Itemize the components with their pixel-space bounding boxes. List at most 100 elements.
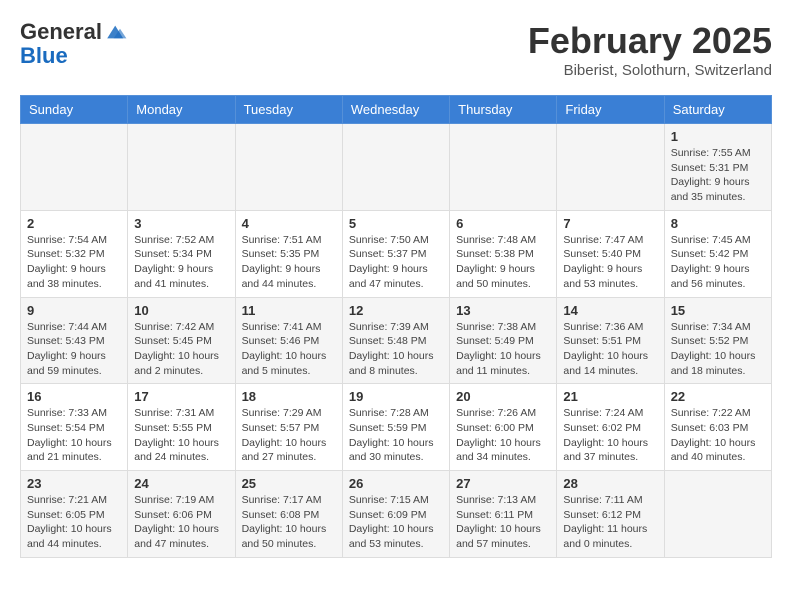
day-number: 2 <box>27 216 121 231</box>
calendar-cell-w3d6: 22 Sunrise: 7:22 AM Sunset: 6:03 PM Dayli… <box>664 384 771 471</box>
day-info: Sunrise: 7:41 AM Sunset: 5:46 PM Dayligh… <box>242 320 336 379</box>
day-number: 22 <box>671 389 765 404</box>
calendar-cell-w4d5: 28 Sunrise: 7:11 AM Sunset: 6:12 PM Dayli… <box>557 471 664 558</box>
day-number: 5 <box>349 216 443 231</box>
day-number: 27 <box>456 476 550 491</box>
day-info: Sunrise: 7:36 AM Sunset: 5:51 PM Dayligh… <box>563 320 657 379</box>
weekday-header-sunday: Sunday <box>21 96 128 124</box>
calendar-cell-w4d0: 23Sunrise: 7:21 AM Sunset: 6:05 PM Dayli… <box>21 471 128 558</box>
day-info: Sunrise: 7:38 AM Sunset: 5:49 PM Dayligh… <box>456 320 550 379</box>
day-number: 3 <box>134 216 228 231</box>
calendar-cell-w2d2: 11 Sunrise: 7:41 AM Sunset: 5:46 PM Dayli… <box>235 297 342 384</box>
day-info: Sunrise: 7:31 AM Sunset: 5:55 PM Dayligh… <box>134 406 228 465</box>
calendar-cell-w1d6: 8 Sunrise: 7:45 AM Sunset: 5:42 PM Daylig… <box>664 210 771 297</box>
day-number: 4 <box>242 216 336 231</box>
weekday-header-saturday: Saturday <box>664 96 771 124</box>
day-info: Sunrise: 7:51 AM Sunset: 5:35 PM Dayligh… <box>242 233 336 292</box>
day-info: Sunrise: 7:39 AM Sunset: 5:48 PM Dayligh… <box>349 320 443 379</box>
calendar-cell-w0d2 <box>235 124 342 211</box>
calendar-cell-w1d2: 4 Sunrise: 7:51 AM Sunset: 5:35 PM Daylig… <box>235 210 342 297</box>
day-number: 7 <box>563 216 657 231</box>
month-title: February 2025 <box>528 20 772 62</box>
day-number: 11 <box>242 303 336 318</box>
day-info: Sunrise: 7:54 AM Sunset: 5:32 PM Dayligh… <box>27 233 121 292</box>
day-number: 12 <box>349 303 443 318</box>
logo: General Blue <box>20 20 128 68</box>
day-info: Sunrise: 7:33 AM Sunset: 5:54 PM Dayligh… <box>27 406 121 465</box>
calendar-cell-w3d1: 17 Sunrise: 7:31 AM Sunset: 5:55 PM Dayli… <box>128 384 235 471</box>
weekday-header-thursday: Thursday <box>450 96 557 124</box>
day-info: Sunrise: 7:11 AM Sunset: 6:12 PM Dayligh… <box>563 493 657 552</box>
day-number: 28 <box>563 476 657 491</box>
day-info: Sunrise: 7:42 AM Sunset: 5:45 PM Dayligh… <box>134 320 228 379</box>
calendar-cell-w2d6: 15 Sunrise: 7:34 AM Sunset: 5:52 PM Dayli… <box>664 297 771 384</box>
calendar-cell-w1d0: 2 Sunrise: 7:54 AM Sunset: 5:32 PM Daylig… <box>21 210 128 297</box>
calendar-cell-w3d3: 19 Sunrise: 7:28 AM Sunset: 5:59 PM Dayli… <box>342 384 449 471</box>
calendar-cell-w2d5: 14 Sunrise: 7:36 AM Sunset: 5:51 PM Dayli… <box>557 297 664 384</box>
calendar-cell-w0d1 <box>128 124 235 211</box>
day-number: 18 <box>242 389 336 404</box>
location-subtitle: Biberist, Solothurn, Switzerland <box>528 62 772 79</box>
day-info: Sunrise: 7:52 AM Sunset: 5:34 PM Dayligh… <box>134 233 228 292</box>
calendar-cell-w2d3: 12 Sunrise: 7:39 AM Sunset: 5:48 PM Dayli… <box>342 297 449 384</box>
day-number: 21 <box>563 389 657 404</box>
day-info: Sunrise: 7:48 AM Sunset: 5:38 PM Dayligh… <box>456 233 550 292</box>
day-info: Sunrise: 7:28 AM Sunset: 5:59 PM Dayligh… <box>349 406 443 465</box>
day-info: Sunrise: 7:50 AM Sunset: 5:37 PM Dayligh… <box>349 233 443 292</box>
calendar-cell-w4d4: 27 Sunrise: 7:13 AM Sunset: 6:11 PM Dayli… <box>450 471 557 558</box>
day-number: 13 <box>456 303 550 318</box>
weekday-header-friday: Friday <box>557 96 664 124</box>
day-number: 24 <box>134 476 228 491</box>
day-info: Sunrise: 7:19 AM Sunset: 6:06 PM Dayligh… <box>134 493 228 552</box>
day-number: 14 <box>563 303 657 318</box>
day-number: 26 <box>349 476 443 491</box>
day-info: Sunrise: 7:47 AM Sunset: 5:40 PM Dayligh… <box>563 233 657 292</box>
weekday-header-monday: Monday <box>128 96 235 124</box>
day-info: Sunrise: 7:22 AM Sunset: 6:03 PM Dayligh… <box>671 406 765 465</box>
day-info: Sunrise: 7:21 AM Sunset: 6:05 PM Dayligh… <box>27 493 121 552</box>
day-number: 19 <box>349 389 443 404</box>
calendar-cell-w1d1: 3 Sunrise: 7:52 AM Sunset: 5:34 PM Daylig… <box>128 210 235 297</box>
day-number: 16 <box>27 389 121 404</box>
calendar-cell-w4d6 <box>664 471 771 558</box>
day-info: Sunrise: 7:26 AM Sunset: 6:00 PM Dayligh… <box>456 406 550 465</box>
day-info: Sunrise: 7:44 AM Sunset: 5:43 PM Dayligh… <box>27 320 121 379</box>
calendar-cell-w1d3: 5 Sunrise: 7:50 AM Sunset: 5:37 PM Daylig… <box>342 210 449 297</box>
day-number: 20 <box>456 389 550 404</box>
calendar-table: SundayMondayTuesdayWednesdayThursdayFrid… <box>20 95 772 558</box>
calendar-cell-w3d4: 20 Sunrise: 7:26 AM Sunset: 6:00 PM Dayli… <box>450 384 557 471</box>
day-number: 17 <box>134 389 228 404</box>
day-info: Sunrise: 7:45 AM Sunset: 5:42 PM Dayligh… <box>671 233 765 292</box>
calendar-cell-w1d5: 7 Sunrise: 7:47 AM Sunset: 5:40 PM Daylig… <box>557 210 664 297</box>
day-info: Sunrise: 7:29 AM Sunset: 5:57 PM Dayligh… <box>242 406 336 465</box>
calendar-cell-w3d5: 21Sunrise: 7:24 AM Sunset: 6:02 PM Dayli… <box>557 384 664 471</box>
day-info: Sunrise: 7:15 AM Sunset: 6:09 PM Dayligh… <box>349 493 443 552</box>
calendar-cell-w4d1: 24 Sunrise: 7:19 AM Sunset: 6:06 PM Dayli… <box>128 471 235 558</box>
calendar-cell-w2d1: 10 Sunrise: 7:42 AM Sunset: 5:45 PM Dayli… <box>128 297 235 384</box>
logo-blue-text: Blue <box>20 44 68 68</box>
calendar-cell-w2d4: 13 Sunrise: 7:38 AM Sunset: 5:49 PM Dayli… <box>450 297 557 384</box>
calendar-cell-w0d4 <box>450 124 557 211</box>
calendar-cell-w4d3: 26 Sunrise: 7:15 AM Sunset: 6:09 PM Dayli… <box>342 471 449 558</box>
day-number: 25 <box>242 476 336 491</box>
day-number: 8 <box>671 216 765 231</box>
page-header: General Blue February 2025 Biberist, Sol… <box>20 20 772 79</box>
day-number: 15 <box>671 303 765 318</box>
calendar-cell-w0d5 <box>557 124 664 211</box>
calendar-cell-w4d2: 25Sunrise: 7:17 AM Sunset: 6:08 PM Dayli… <box>235 471 342 558</box>
calendar-cell-w0d0 <box>21 124 128 211</box>
day-info: Sunrise: 7:34 AM Sunset: 5:52 PM Dayligh… <box>671 320 765 379</box>
title-block: February 2025 Biberist, Solothurn, Switz… <box>528 20 772 79</box>
weekday-header-tuesday: Tuesday <box>235 96 342 124</box>
day-info: Sunrise: 7:13 AM Sunset: 6:11 PM Dayligh… <box>456 493 550 552</box>
calendar-cell-w1d4: 6 Sunrise: 7:48 AM Sunset: 5:38 PM Daylig… <box>450 210 557 297</box>
day-number: 6 <box>456 216 550 231</box>
calendar-cell-w0d6: 1 Sunrise: 7:55 AM Sunset: 5:31 PM Daylig… <box>664 124 771 211</box>
calendar-cell-w3d2: 18 Sunrise: 7:29 AM Sunset: 5:57 PM Dayli… <box>235 384 342 471</box>
day-number: 10 <box>134 303 228 318</box>
calendar-cell-w3d0: 16 Sunrise: 7:33 AM Sunset: 5:54 PM Dayli… <box>21 384 128 471</box>
day-number: 1 <box>671 129 765 144</box>
day-number: 9 <box>27 303 121 318</box>
day-info: Sunrise: 7:55 AM Sunset: 5:31 PM Dayligh… <box>671 146 765 205</box>
calendar-cell-w0d3 <box>342 124 449 211</box>
